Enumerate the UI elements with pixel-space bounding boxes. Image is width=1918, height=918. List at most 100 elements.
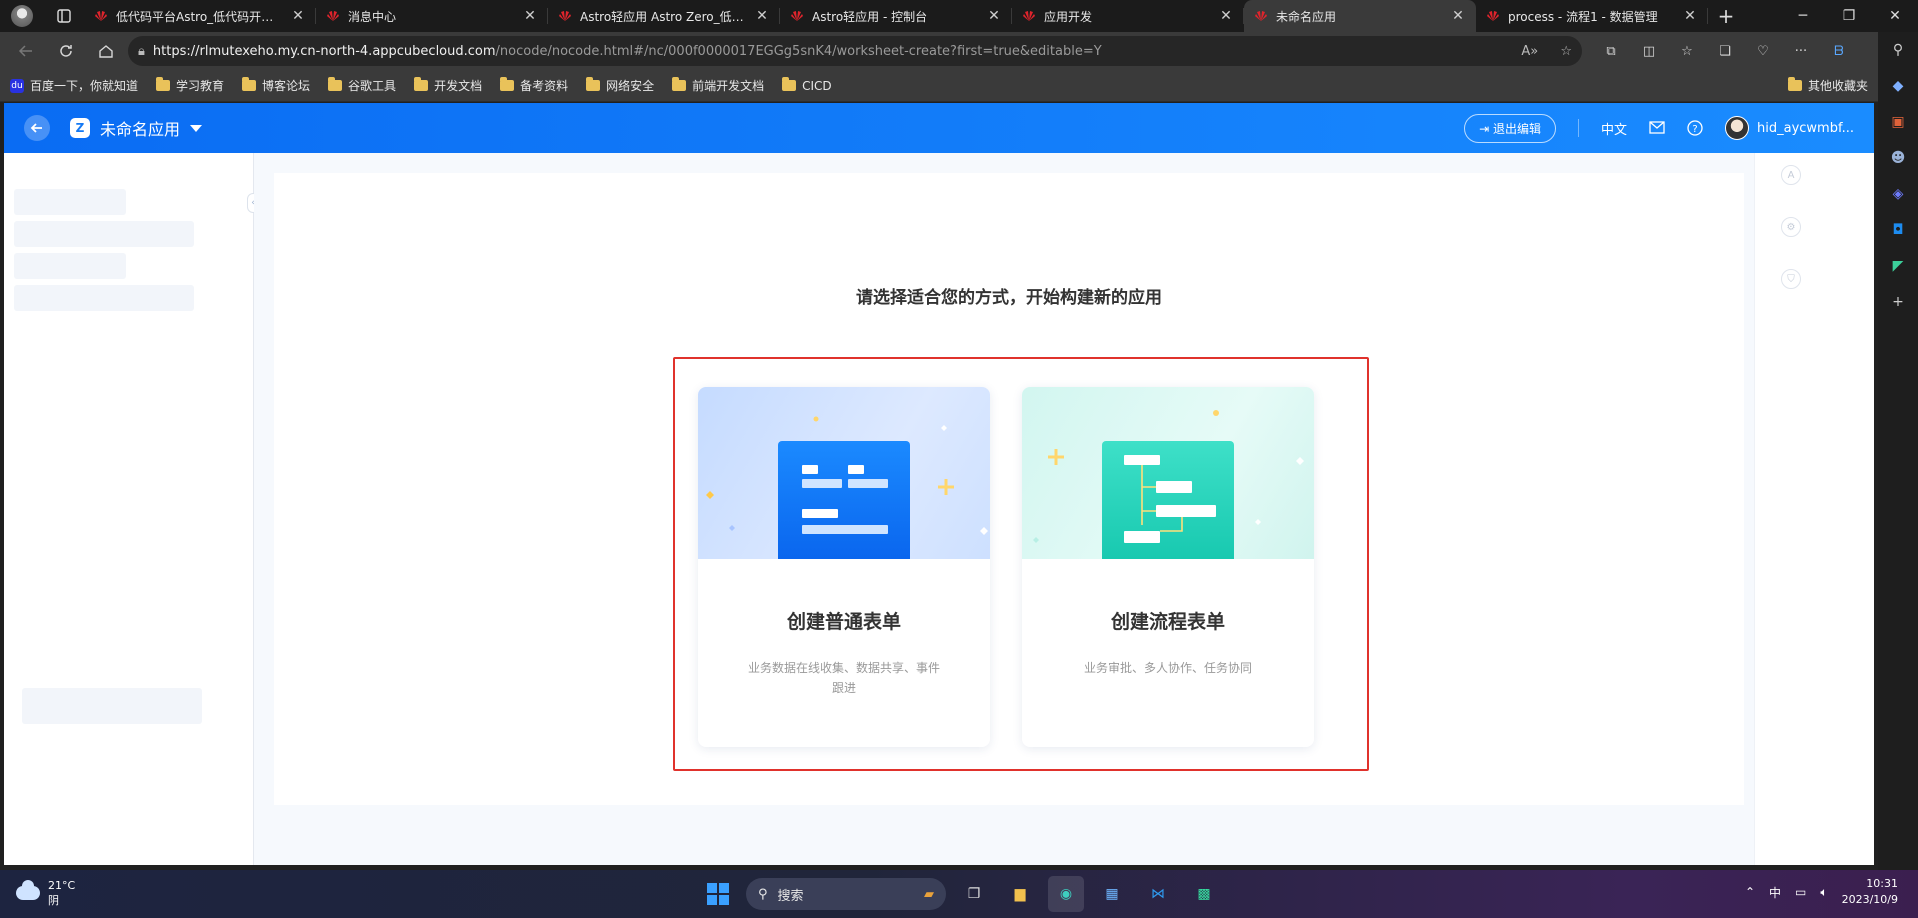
chevron-up-icon[interactable]: ⌃ (1745, 885, 1755, 899)
flow-form-illustration (1102, 441, 1234, 559)
weather-condition: 阴 (48, 894, 59, 907)
mail-icon[interactable] (1649, 121, 1665, 135)
copilot-icon[interactable]: ᗷ (1822, 36, 1856, 66)
store-icon[interactable]: ▦ (1094, 876, 1130, 912)
bookmark-item[interactable]: 博客论坛 (242, 77, 310, 94)
sidebar-people-icon[interactable]: ☻ (1886, 146, 1910, 170)
shield-icon[interactable]: ⛉ (1781, 269, 1801, 289)
tab-actions-button[interactable] (44, 0, 84, 32)
card-description: 业务审批、多人协作、任务协同 (1083, 661, 1252, 675)
close-tab-icon[interactable]: ✕ (522, 8, 538, 24)
favorite-star-icon[interactable]: ☆ (1560, 44, 1572, 59)
language-switch[interactable]: 中文 (1601, 119, 1627, 138)
bookmark-item[interactable]: CICD (782, 77, 832, 93)
sidebar-shopping-icon[interactable]: ◆ (1886, 74, 1910, 98)
system-tray: ⌃ 中 ▭ 🔈︎ 10:31 2023/10/9 (1745, 876, 1898, 908)
folder-icon (500, 77, 515, 91)
gear-icon[interactable]: ⚙ (1781, 217, 1801, 237)
refresh-button[interactable] (48, 36, 84, 66)
favorites-icon[interactable]: ☆ (1670, 36, 1704, 66)
browser-tab[interactable]: 低代码平台Astro_低代码开发平 ✕ (84, 0, 316, 32)
sidebar-copilot-icon[interactable]: ◈ (1886, 182, 1910, 206)
bookmark-label: CICD (802, 78, 832, 93)
close-tab-icon[interactable]: ✕ (986, 8, 1002, 24)
bookmark-item[interactable]: 前端开发文档 (672, 77, 764, 94)
folder-icon (672, 77, 687, 91)
bookmark-item[interactable]: 备考资料 (500, 77, 568, 94)
close-tab-icon[interactable]: ✕ (290, 8, 306, 24)
weather-widget[interactable]: 21°C 阴 (16, 878, 75, 908)
close-tab-icon[interactable]: ✕ (1450, 8, 1466, 24)
more-menu-icon[interactable]: ··· (1784, 36, 1818, 66)
datagrip-icon[interactable]: ▩ (1186, 876, 1222, 912)
sidebar-tools-icon[interactable]: ▣ (1886, 110, 1910, 134)
help-icon[interactable]: ? (1687, 120, 1703, 136)
taskbar-apps: ⚲ 搜索 ▰ ❐ ▆ ◉ ▦ ⋈ ▩ (700, 876, 1222, 912)
card-description: 业务数据在线收集、数据共享、事件跟进 (747, 661, 940, 695)
user-menu[interactable]: hid_aycwmbf... (1725, 116, 1854, 140)
bookmark-item[interactable]: 开发文档 (414, 77, 482, 94)
start-button[interactable] (700, 876, 736, 912)
bookmark-label: 网络安全 (606, 79, 655, 93)
close-tab-icon[interactable]: ✕ (1682, 8, 1698, 24)
sidebar-search-icon[interactable]: ⚲ (1886, 38, 1910, 62)
extensions-icon[interactable]: ⧉ (1594, 36, 1628, 66)
baidu-logo-icon: du (10, 78, 24, 93)
sidebar-outlook-icon[interactable]: ◘ (1886, 218, 1910, 242)
new-tab-button[interactable]: + (1708, 0, 1744, 32)
browser-essentials-icon[interactable]: ♡ (1746, 36, 1780, 66)
browser-tab[interactable]: 消息中心 ✕ (316, 0, 548, 32)
header-divider (1577, 119, 1579, 137)
home-button[interactable] (88, 36, 124, 66)
form-icon (802, 465, 888, 534)
volume-icon[interactable]: 🔈︎ (1820, 885, 1827, 900)
profile-button[interactable] (0, 0, 44, 32)
app-back-button[interactable] (24, 115, 50, 141)
sidebar-games-icon[interactable]: ◤ (1886, 254, 1910, 278)
create-flow-form-card[interactable]: 创建流程表单 业务审批、多人协作、任务协同 (1022, 387, 1314, 747)
edge-browser-icon[interactable]: ◉ (1048, 876, 1084, 912)
huawei-logo-icon (1487, 11, 1499, 21)
vscode-icon[interactable]: ⋈ (1140, 876, 1176, 912)
read-aloud-icon[interactable]: A» (1521, 44, 1538, 59)
bookmark-item[interactable]: 谷歌工具 (328, 77, 396, 94)
bookmark-other-folder[interactable]: 其他收藏夹 (1787, 77, 1868, 94)
bookmarks-bar: du 百度一下，你就知道 学习教育 博客论坛 谷歌工具 开发文档 备考资料 网络安全 前端开发文… (0, 70, 1878, 102)
split-screen-icon[interactable]: ◫ (1632, 36, 1666, 66)
browser-tab[interactable]: Astro轻应用 Astro Zero_低代码 ✕ (548, 0, 780, 32)
url-text[interactable]: https://rlmutexeho.my.cn-north-4.appcube… (153, 44, 1495, 59)
collections-icon[interactable]: ❏ (1708, 36, 1742, 66)
clock[interactable]: 10:31 2023/10/9 (1842, 876, 1898, 908)
exit-icon: ⇥ (1479, 121, 1493, 136)
font-icon[interactable]: A (1781, 165, 1801, 185)
restore-button[interactable]: ❐ (1826, 0, 1872, 32)
taskbar-search[interactable]: ⚲ 搜索 ▰ (746, 878, 946, 910)
bookmark-item[interactable]: 学习教育 (156, 77, 224, 94)
app-name[interactable]: 未命名应用 (100, 116, 180, 140)
browser-tab[interactable]: Astro轻应用 - 控制台 ✕ (780, 0, 1012, 32)
sidebar-add-icon[interactable]: + (1886, 290, 1910, 314)
file-explorer-icon[interactable]: ▆ (1002, 876, 1038, 912)
close-tab-icon[interactable]: ✕ (754, 8, 770, 24)
tab-title: Astro轻应用 Astro Zero_低代码 (580, 9, 746, 24)
ime-indicator[interactable]: 中 (1769, 884, 1781, 901)
browser-tab[interactable]: process - 流程1 - 数据管理 ✕ (1476, 0, 1708, 32)
close-window-button[interactable]: ✕ (1872, 0, 1918, 32)
url-bar[interactable]: 🔒︎ https://rlmutexeho.my.cn-north-4.appc… (128, 36, 1582, 66)
search-icon: ⚲ (758, 886, 768, 902)
huawei-logo-icon (1255, 11, 1267, 21)
create-normal-form-card[interactable]: 创建普通表单 业务数据在线收集、数据共享、事件跟进 (698, 387, 990, 747)
close-tab-icon[interactable]: ✕ (1218, 8, 1234, 24)
chevron-down-icon[interactable] (190, 124, 203, 132)
skeleton-line (14, 285, 194, 311)
network-icon[interactable]: ▭ (1795, 885, 1806, 899)
huawei-logo-icon (327, 11, 339, 21)
back-button[interactable] (8, 36, 44, 66)
minimize-button[interactable]: ─ (1780, 0, 1826, 32)
browser-tab[interactable]: 未命名应用 ✕ (1244, 0, 1476, 32)
browser-tab[interactable]: 应用开发 ✕ (1012, 0, 1244, 32)
exit-edit-button[interactable]: ⇥ 退出编辑 (1464, 113, 1556, 143)
bookmark-item[interactable]: du 百度一下，你就知道 (10, 77, 138, 94)
bookmark-item[interactable]: 网络安全 (586, 77, 654, 94)
task-view-icon[interactable]: ❐ (956, 876, 992, 912)
